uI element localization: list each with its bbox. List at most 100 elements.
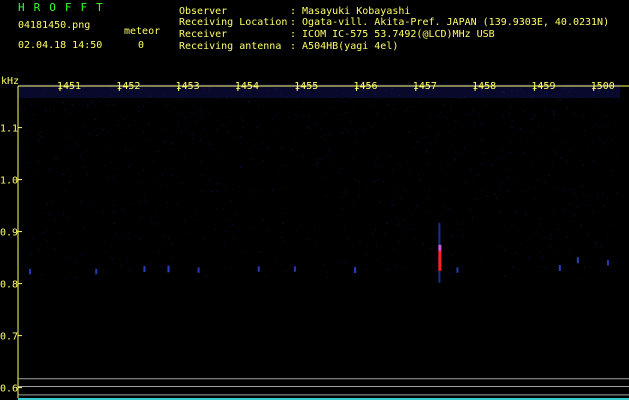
noise-dot [331,250,333,252]
noise-dot [193,185,195,187]
x-tick-label: 1453 [176,81,200,92]
noise-dot [157,150,159,152]
noise-dot [86,150,88,152]
noise-dot [41,131,42,133]
noise-dot [375,157,377,159]
noise-dot [41,249,43,251]
noise-dot [544,109,545,111]
noise-dot [227,130,229,132]
noise-dot [221,124,223,126]
noise-dot [387,268,389,270]
noise-dot [509,106,511,107]
noise-dot [260,251,262,253]
noise-dot [437,115,439,117]
noise-dot [588,195,590,197]
noise-dot [53,110,55,112]
noise-dot [324,138,326,140]
noise-dot [25,130,27,132]
noise-dot [80,201,82,203]
noise-dot [215,228,217,230]
noise-dot [350,120,352,122]
echo-peak-top [438,244,442,251]
noise-dot [103,129,104,130]
noise-dot [309,128,311,130]
noise-dot [243,126,245,128]
noise-dot [329,133,331,135]
y-tick-label: 0.8 [0,280,18,291]
noise-dot [536,148,537,150]
noise-dot [419,201,421,203]
noise-dot [418,215,420,217]
noise-dot [250,139,252,141]
noise-dot [573,112,575,113]
noise-dot [407,161,409,163]
noise-dot [333,153,335,155]
noise-dot [502,182,503,184]
echo-mark [29,268,32,275]
noise-dot [515,211,517,213]
noise-dot [523,152,525,154]
noise-dot [279,129,281,131]
noise-dot [617,158,619,160]
noise-dot [39,140,41,142]
noise-dot [146,140,148,141]
noise-dot [429,125,431,127]
guide-layer [18,378,629,400]
noise-dot [150,220,152,222]
noise-dot [82,166,84,168]
noise-dot [49,112,51,114]
noise-dot [553,212,555,214]
noise-dot [466,182,467,184]
noise-dot [87,135,89,137]
noise-dot [30,253,32,255]
noise-dot [553,149,555,151]
noise-dot [240,116,242,118]
noise-dot [242,119,244,121]
noise-dot [567,236,569,238]
noise-dot [429,211,431,213]
x-tick-label: 1451 [57,81,81,92]
noise-dot [596,193,598,195]
axis-layer: kHz 1451 1452 1453 1454 1455 1456 1457 1458 1459 1… [0,76,629,398]
noise-dot [217,191,218,193]
noise-dot [128,124,130,126]
noise-dot [427,164,429,165]
noise-dot [90,103,91,105]
noise-dot [196,210,198,212]
y-tick-label: 0.6 [0,384,18,395]
noise-dot [541,266,543,268]
noise-dot [581,186,583,187]
noise-dot [84,255,86,256]
noise-dot [67,257,69,259]
noise-dot [353,157,355,159]
noise-dot [602,143,604,145]
noise-dot [45,108,47,110]
noise-dot [301,106,303,108]
noise-dot [387,103,389,105]
noise-dot [566,161,567,163]
noise-dot [403,228,405,230]
noise-dot [562,142,564,144]
noise-dot [512,266,513,268]
noise-dot [595,101,597,103]
y-tick-label: 1.1 [0,124,18,135]
noise-dot [395,196,397,198]
noise-dot [354,156,356,158]
noise-dot [476,198,477,200]
noise-dot [582,164,584,166]
noise-dot [321,158,323,160]
noise-dot [79,154,81,156]
noise-dot [372,233,374,235]
noise-dot [605,115,607,117]
noise-dot [148,124,150,126]
noise-dot [472,178,474,180]
receiver-key: Receiver [179,29,228,40]
noise-dot [224,267,226,269]
noise-dot [508,113,510,115]
noise-dot [110,162,112,163]
noise-dot [184,116,186,118]
noise-dot [42,232,44,234]
noise-dot [28,101,30,103]
noise-dot [242,251,243,253]
noise-dot [605,123,606,125]
